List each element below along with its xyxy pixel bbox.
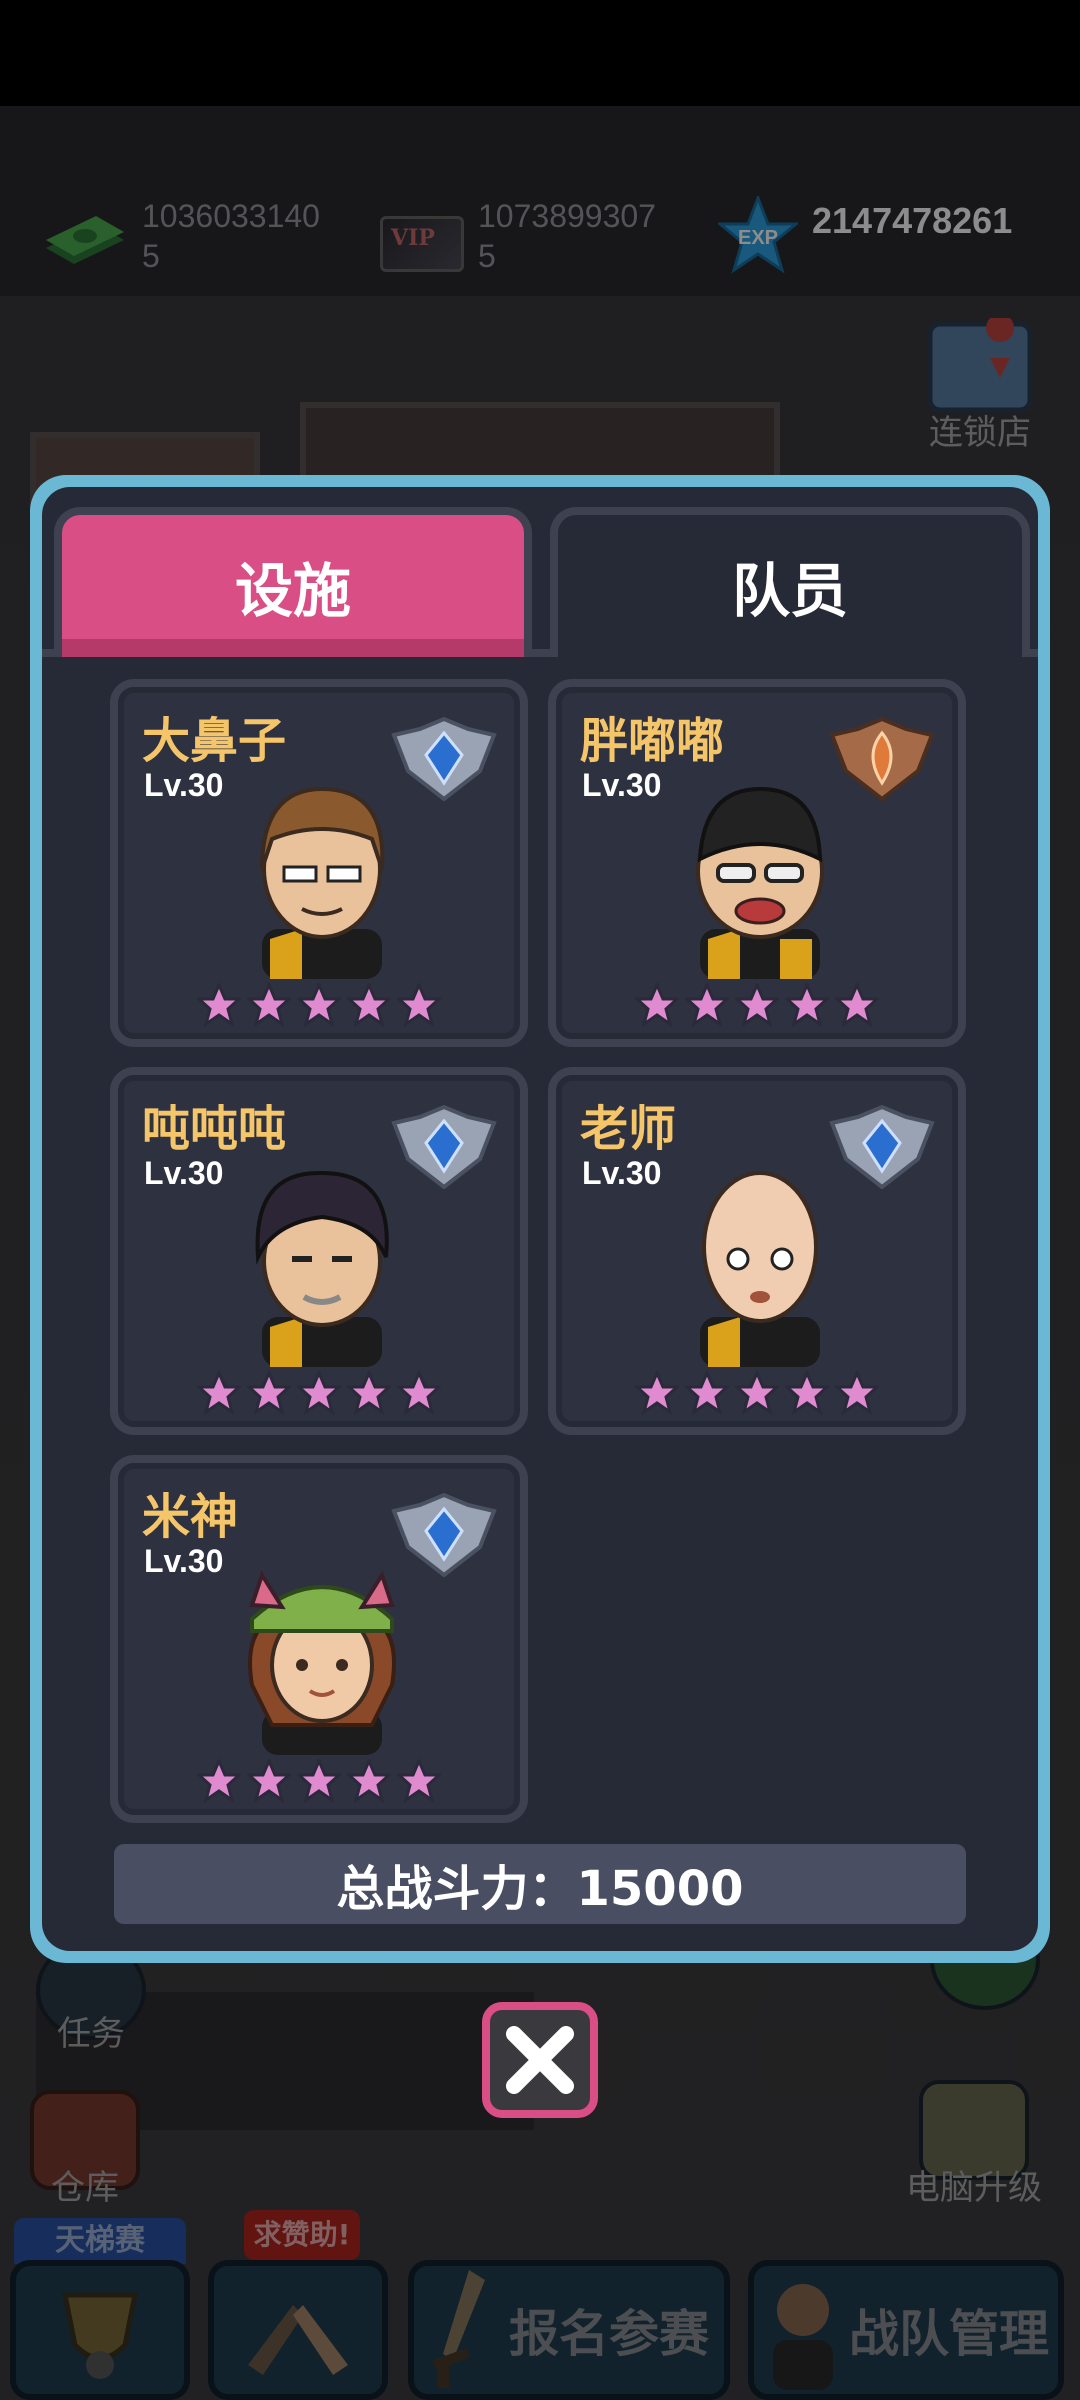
- star-icon: [785, 983, 829, 1027]
- member-stars: [556, 1371, 958, 1415]
- star-icon: [835, 983, 879, 1027]
- member-stars: [118, 983, 520, 1027]
- member-avatar: [696, 786, 824, 979]
- team-modal-body: 设施 队员 大鼻子 Lv.30 胖嘟嘟 Lv.30 吨吨吨 Lv.30 老师 L…: [42, 487, 1038, 1951]
- member-card[interactable]: 吨吨吨 Lv.30: [110, 1067, 528, 1435]
- member-level: Lv.30: [582, 767, 662, 803]
- star-icon: [685, 1371, 729, 1415]
- member-avatar: [700, 1171, 820, 1367]
- status-bar: [0, 0, 1080, 106]
- star-icon: [247, 1371, 291, 1415]
- star-icon: [347, 1371, 391, 1415]
- member-card[interactable]: 老师 Lv.30: [548, 1067, 966, 1435]
- close-icon: [506, 2026, 574, 2094]
- member-stars: [118, 1759, 520, 1803]
- tab-active-join: [558, 647, 1022, 661]
- team-modal: 设施 队员 大鼻子 Lv.30 胖嘟嘟 Lv.30 吨吨吨 Lv.30 老师 L…: [30, 475, 1050, 1963]
- member-card[interactable]: 胖嘟嘟 Lv.30: [548, 679, 966, 1047]
- star-icon: [297, 1371, 341, 1415]
- member-level: Lv.30: [582, 1155, 662, 1191]
- star-icon: [397, 1759, 441, 1803]
- tab-facility[interactable]: 设施: [54, 507, 532, 657]
- member-avatar: [248, 1570, 396, 1755]
- star-icon: [197, 1759, 241, 1803]
- star-icon: [247, 1759, 291, 1803]
- member-avatar: [260, 786, 385, 979]
- star-icon: [735, 1371, 779, 1415]
- star-icon: [735, 983, 779, 1027]
- star-icon: [397, 983, 441, 1027]
- member-level: Lv.30: [144, 1543, 224, 1579]
- tab-bar: 设施 队员: [42, 487, 1038, 661]
- total-power: 总战斗力：15000: [114, 1844, 966, 1924]
- member-stars: [556, 983, 958, 1027]
- member-card[interactable]: 大鼻子 Lv.30: [110, 679, 528, 1047]
- member-card[interactable]: 米神 Lv.30: [110, 1455, 528, 1823]
- star-icon: [247, 983, 291, 1027]
- star-icon: [635, 1371, 679, 1415]
- star-icon: [635, 983, 679, 1027]
- star-icon: [197, 1371, 241, 1415]
- star-icon: [397, 1371, 441, 1415]
- tab-members[interactable]: 队员: [550, 507, 1030, 657]
- close-button[interactable]: [482, 2002, 598, 2118]
- member-stars: [118, 1371, 520, 1415]
- star-icon: [347, 1759, 391, 1803]
- star-icon: [297, 983, 341, 1027]
- star-icon: [835, 1371, 879, 1415]
- star-icon: [347, 983, 391, 1027]
- member-avatar: [255, 1170, 389, 1367]
- member-level: Lv.30: [144, 767, 224, 803]
- star-icon: [197, 983, 241, 1027]
- star-icon: [685, 983, 729, 1027]
- star-icon: [785, 1371, 829, 1415]
- member-level: Lv.30: [144, 1155, 224, 1191]
- star-icon: [297, 1759, 341, 1803]
